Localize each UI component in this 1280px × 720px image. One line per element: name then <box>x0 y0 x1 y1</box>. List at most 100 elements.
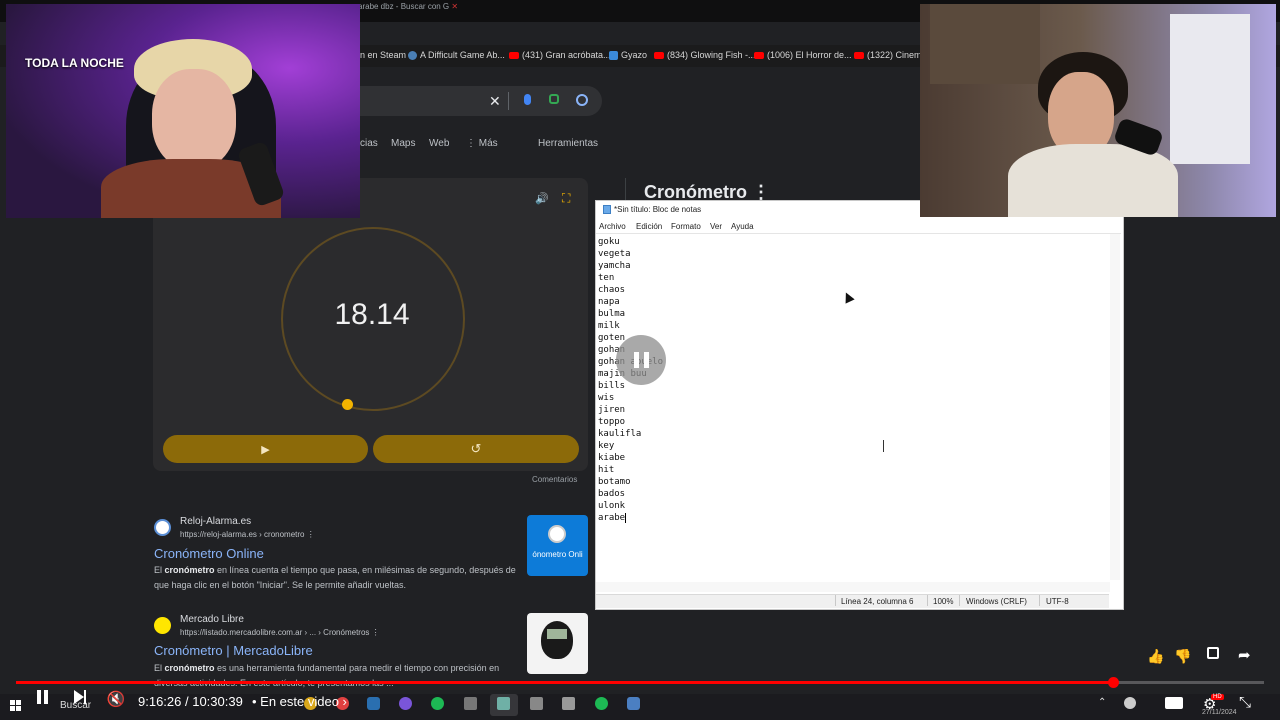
mercadolibre-icon <box>154 617 171 634</box>
webcam-feed-right <box>920 4 1276 217</box>
shelf <box>930 4 1040 84</box>
mute-button[interactable]: 🔇 <box>106 690 126 708</box>
notepad-icon <box>497 697 510 710</box>
tab-close-icon[interactable]: ✕ <box>451 2 458 11</box>
app-icon[interactable] <box>464 697 477 710</box>
lens-icon[interactable] <box>549 94 559 104</box>
youtube-icon <box>509 51 519 59</box>
reset-icon: ↺ <box>470 441 482 456</box>
chapter-label[interactable]: • En este video › <box>252 694 347 709</box>
bookmark-item[interactable]: n en Steam <box>360 50 406 60</box>
horizontal-scrollbar[interactable] <box>596 582 1110 592</box>
notepad-title: *Sin título: Bloc de notas <box>614 205 702 214</box>
browser-tab[interactable]: arabe dbz - Buscar con G ✕ <box>358 2 458 11</box>
next-button[interactable] <box>72 690 88 704</box>
text-line: toppo <box>598 417 626 427</box>
text-line: bulma <box>598 309 626 319</box>
bookmark-label: (431) Gran acróbata... <box>522 50 611 60</box>
text-line: chaos <box>598 285 626 295</box>
more-options-icon[interactable]: ⋮ <box>372 628 380 637</box>
person-face <box>152 69 236 169</box>
fullscreen-icon[interactable]: ⛶ <box>562 191 570 206</box>
app-icon[interactable] <box>530 697 543 710</box>
pause-overlay-icon[interactable] <box>616 335 666 385</box>
text-cursor <box>625 512 627 523</box>
text-line: jiren <box>598 405 626 415</box>
nav-item-more[interactable]: ⋮ Más <box>466 138 498 149</box>
menu-archivo[interactable]: Archivo <box>599 222 626 231</box>
comments-icon[interactable] <box>1207 647 1219 659</box>
subtitles-icon[interactable] <box>1165 697 1183 709</box>
tray-pause-icon[interactable] <box>1124 697 1136 709</box>
bookmark-item[interactable]: A Difficult Game Ab... <box>408 50 505 60</box>
bookmark-item[interactable]: (431) Gran acróbata... <box>509 50 611 60</box>
bookmark-item[interactable]: Gyazo <box>609 50 647 60</box>
nav-item[interactable]: cias <box>360 138 378 149</box>
start-button[interactable]: ▶ <box>163 435 368 463</box>
result-url: https://reloj-alarma.es › cronometro ⋮ <box>180 530 315 539</box>
youtube-icon <box>754 51 764 59</box>
video-progress-scrubber[interactable] <box>1107 677 1119 688</box>
nav-item-maps[interactable]: Maps <box>391 138 415 149</box>
divider <box>625 178 626 200</box>
result-thumbnail[interactable] <box>527 613 588 674</box>
bookmark-label: (1006) El Horror de... <box>767 50 852 60</box>
zoom-level: 100% <box>933 597 954 606</box>
notepad-icon <box>603 205 611 214</box>
text-line: goku <box>598 237 620 247</box>
pause-button[interactable] <box>34 690 50 704</box>
result-thumbnail[interactable]: ónometro Onli <box>527 515 588 576</box>
share-icon[interactable]: ➦ <box>1238 646 1251 664</box>
dislike-icon[interactable]: 👎 <box>1174 648 1191 665</box>
exit-fullscreen-icon[interactable]: ⤡ <box>1239 694 1251 711</box>
menu-edicion[interactable]: Edición <box>636 222 662 231</box>
bookmark-item[interactable]: (1322) Cinema <box>854 50 927 60</box>
vertical-scrollbar[interactable] <box>1110 234 1120 580</box>
next-icon <box>74 690 86 704</box>
video-progress-fill <box>16 681 1113 684</box>
clock-icon <box>154 519 171 536</box>
encoding: UTF-8 <box>1046 597 1069 606</box>
clear-search-icon[interactable]: ✕ <box>489 93 501 110</box>
menu-ver[interactable]: Ver <box>710 222 722 231</box>
bookmark-item[interactable]: (1006) El Horror de... <box>754 50 852 60</box>
wall-poster <box>1170 14 1250 164</box>
text-line: ten <box>598 273 615 283</box>
bookmark-label: n en Steam <box>360 50 407 60</box>
sound-icon[interactable]: 🔊 <box>535 192 549 205</box>
taskbar-date: 27/11/2024 <box>1202 709 1237 716</box>
app-icon[interactable] <box>562 697 575 710</box>
spotify-icon[interactable] <box>431 697 444 710</box>
divider <box>1039 595 1040 606</box>
text-line: wis <box>598 393 615 403</box>
obs-icon[interactable] <box>399 697 412 710</box>
nav-item-web[interactable]: Web <box>429 138 449 149</box>
tray-chevron-icon[interactable]: ⌃ <box>1098 697 1106 708</box>
text-line: yamcha <box>598 261 631 271</box>
search-icon[interactable] <box>576 94 588 106</box>
reset-button[interactable]: ↺ <box>373 435 579 463</box>
like-icon[interactable]: 👍 <box>1147 648 1164 665</box>
notepad-window <box>595 200 1124 610</box>
menu-ayuda[interactable]: Ayuda <box>731 222 754 231</box>
microphone-icon[interactable] <box>524 94 531 105</box>
video-time: 9:16:26 / 10:30:39 <box>138 694 243 709</box>
webcam-feed-left <box>6 4 360 218</box>
comments-link[interactable]: Comentarios <box>532 475 577 484</box>
result-title-link[interactable]: Cronómetro | MercadoLibre <box>154 643 313 658</box>
spotify-icon[interactable] <box>595 697 608 710</box>
app-icon[interactable] <box>627 697 640 710</box>
text-line: botamo <box>598 477 631 487</box>
text-line: ulonk <box>598 501 626 511</box>
result-site-name: Reloj-Alarma.es <box>180 516 252 527</box>
result-title-link[interactable]: Cronómetro Online <box>154 546 264 561</box>
menu-formato[interactable]: Formato <box>671 222 701 231</box>
text-line: arabe <box>598 512 627 523</box>
bookmark-item[interactable]: (834) Glowing Fish -... <box>654 50 756 60</box>
search-input[interactable] <box>330 86 602 116</box>
windows-start-icon[interactable] <box>10 700 21 711</box>
more-options-icon[interactable]: ⋮ <box>307 530 315 539</box>
hd-badge: HD <box>1211 694 1224 700</box>
steam-icon[interactable] <box>367 697 380 710</box>
nav-item-tools[interactable]: Herramientas <box>538 138 598 149</box>
